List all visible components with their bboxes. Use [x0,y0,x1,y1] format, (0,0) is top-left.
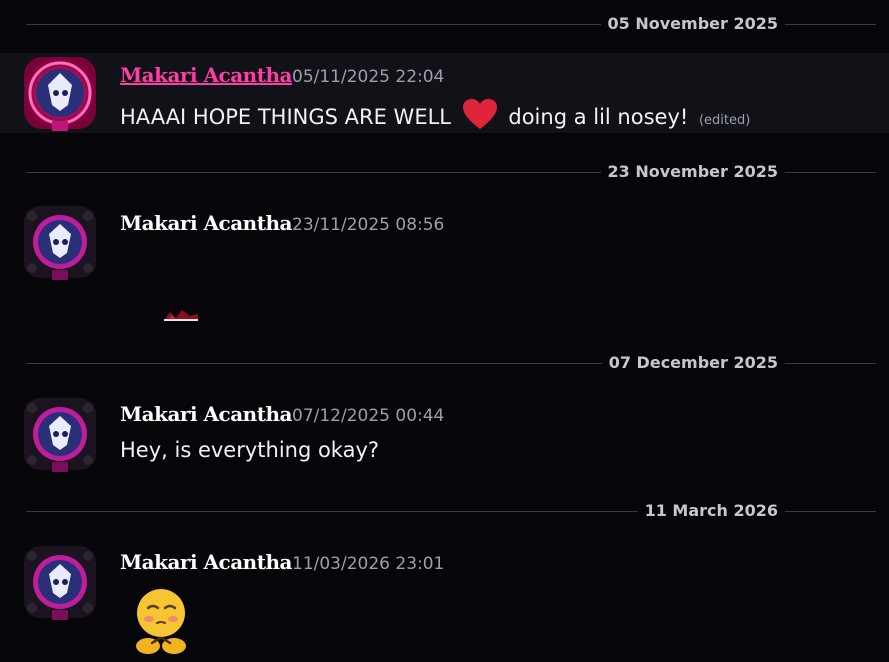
divider-date: 05 November 2025 [600,14,785,34]
message-content: HAAAI HOPE THINGS ARE WELL doing a lil n… [120,98,750,135]
message[interactable]: Makari Acantha 05/11/2025 22:04 HAAAI HO… [0,53,889,133]
divider-date: 23 November 2025 [600,162,785,182]
divider-date: 11 March 2026 [637,501,785,521]
message[interactable]: Makari Acantha 11/03/2026 23:01 [0,536,889,662]
message-timestamp[interactable]: 23/11/2025 08:56 [292,213,444,237]
heart-emoji-icon [462,99,497,129]
shy-emoji-sticker-icon[interactable] [130,586,190,656]
date-divider: 07 December 2025 [26,353,889,373]
author-name[interactable]: Makari Acantha [120,211,292,235]
author-name[interactable]: Makari Acantha [120,550,292,574]
message-timestamp[interactable]: 11/03/2026 23:01 [292,552,444,576]
author-name[interactable]: Makari Acantha [120,402,292,426]
avatar[interactable] [22,396,98,472]
message-text: Hey, is everything okay? [120,438,380,462]
message[interactable]: Makari Acantha 23/11/2025 08:56 [0,196,889,336]
message-timestamp[interactable]: 05/11/2025 22:04 [292,65,444,89]
edited-tag: (edited) [698,113,751,128]
divider-date: 07 December 2025 [601,353,785,373]
author-name[interactable]: Makari Acantha [120,63,292,87]
avatar[interactable] [22,544,98,620]
date-divider: 23 November 2025 [26,162,889,182]
date-divider: 11 March 2026 [26,501,889,521]
avatar[interactable] [22,55,98,131]
message-text: doing a lil nosey! [508,105,689,129]
message-timestamp[interactable]: 07/12/2025 00:44 [292,404,444,428]
message-text: HAAAI HOPE THINGS ARE WELL [120,105,451,129]
chat-log: 05 November 2025 Makari Acantha 05/11/20… [0,0,889,662]
red-sticker-icon[interactable] [162,306,200,322]
date-divider: 05 November 2025 [26,14,889,34]
avatar[interactable] [22,204,98,280]
message[interactable]: Makari Acantha 07/12/2025 00:44 Hey, is … [0,388,889,478]
